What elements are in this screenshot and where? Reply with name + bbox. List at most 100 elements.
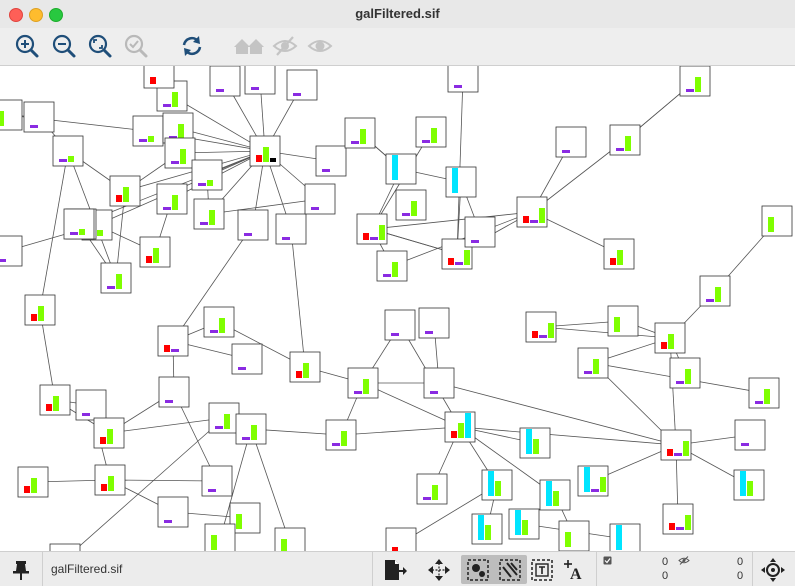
network-node[interactable] (418, 307, 450, 339)
network-node[interactable] (24, 294, 56, 326)
network-node[interactable] (356, 213, 388, 245)
network-canvas[interactable] (0, 66, 795, 551)
network-node[interactable] (325, 419, 357, 451)
network-node[interactable] (385, 153, 417, 185)
network-node[interactable] (395, 189, 427, 221)
network-node[interactable] (231, 343, 263, 375)
network-node[interactable] (385, 527, 417, 551)
network-edge[interactable] (340, 426, 461, 436)
network-node[interactable] (669, 357, 701, 389)
zoom-selected-icon[interactable] (123, 33, 149, 59)
network-node[interactable] (748, 377, 780, 409)
network-node[interactable] (464, 216, 496, 248)
network-node[interactable] (609, 523, 641, 551)
network-node[interactable] (157, 496, 189, 528)
network-node[interactable] (109, 175, 141, 207)
network-node[interactable] (52, 135, 84, 167)
eye-icon[interactable] (307, 33, 333, 59)
network-node[interactable] (347, 367, 379, 399)
network-node[interactable] (679, 66, 711, 97)
network-node[interactable] (577, 465, 609, 497)
network-node[interactable] (156, 183, 188, 215)
network-node[interactable] (471, 513, 503, 545)
network-node[interactable] (191, 159, 223, 191)
network-node[interactable] (204, 523, 236, 551)
network-node[interactable] (423, 367, 455, 399)
refresh-icon[interactable] (179, 33, 205, 59)
network-node[interactable] (525, 311, 557, 343)
network-node[interactable] (519, 427, 551, 459)
network-node[interactable] (733, 469, 765, 501)
network-node[interactable] (447, 66, 479, 93)
network-node[interactable] (444, 411, 476, 443)
network-node[interactable] (275, 213, 307, 245)
network-node[interactable] (445, 166, 477, 198)
network-node[interactable] (0, 99, 23, 131)
network-node[interactable] (244, 66, 276, 95)
network-node[interactable] (208, 402, 240, 434)
network-node[interactable] (158, 376, 190, 408)
network-node[interactable] (63, 208, 95, 240)
network-edge[interactable] (109, 479, 218, 482)
network-node[interactable] (415, 116, 447, 148)
network-node[interactable] (558, 520, 590, 551)
network-node[interactable] (508, 508, 540, 540)
network-node[interactable] (143, 66, 175, 89)
network-node[interactable] (539, 479, 571, 511)
birds-eye-icon[interactable] (760, 557, 786, 583)
network-node[interactable] (416, 473, 448, 505)
network-node[interactable] (75, 389, 107, 421)
network-node[interactable] (249, 135, 281, 167)
network-node[interactable] (139, 236, 171, 268)
select-annotations-icon[interactable] (529, 557, 555, 583)
network-node[interactable] (699, 275, 731, 307)
pan-icon[interactable] (426, 557, 452, 583)
network-node[interactable] (93, 417, 125, 449)
network-node[interactable] (607, 305, 639, 337)
network-edge[interactable] (540, 326, 671, 339)
network-node[interactable] (0, 235, 23, 267)
network-node[interactable] (577, 347, 609, 379)
hide-icon[interactable] (272, 33, 298, 59)
network-view[interactable] (0, 66, 795, 551)
network-node[interactable] (654, 322, 686, 354)
zoom-fit-icon[interactable] (87, 33, 113, 59)
network-node[interactable] (660, 429, 692, 461)
network-node[interactable] (734, 419, 766, 451)
export-icon[interactable] (381, 557, 407, 583)
network-node[interactable] (201, 465, 233, 497)
network-edge[interactable] (65, 417, 225, 551)
network-node[interactable] (289, 351, 321, 383)
home-icon[interactable] (232, 33, 266, 59)
network-node[interactable] (209, 66, 241, 97)
network-node[interactable] (603, 238, 635, 270)
pin-icon[interactable] (8, 557, 34, 583)
network-node[interactable] (304, 183, 336, 215)
network-node[interactable] (516, 196, 548, 228)
network-node[interactable] (376, 250, 408, 282)
network-node[interactable] (286, 69, 318, 101)
network-node[interactable] (39, 384, 71, 416)
network-node[interactable] (761, 205, 793, 237)
network-edge[interactable] (459, 426, 677, 446)
network-edge[interactable] (108, 417, 225, 434)
network-edge[interactable] (290, 228, 306, 368)
network-node[interactable] (235, 413, 267, 445)
network-node[interactable] (193, 198, 225, 230)
network-node[interactable] (384, 309, 416, 341)
zoom-out-icon[interactable] (51, 33, 77, 59)
select-nodes-icon[interactable] (465, 557, 491, 583)
network-edge[interactable] (456, 76, 464, 255)
network-edge[interactable] (669, 337, 677, 446)
network-node[interactable] (315, 145, 347, 177)
network-node[interactable] (100, 262, 132, 294)
network-node[interactable] (662, 503, 694, 535)
select-edges-icon[interactable] (497, 557, 523, 583)
zoom-in-icon[interactable] (14, 33, 40, 59)
network-node[interactable] (481, 469, 513, 501)
network-node[interactable] (274, 527, 306, 551)
network-node[interactable] (237, 209, 269, 241)
network-node[interactable] (609, 124, 641, 156)
network-node[interactable] (17, 466, 49, 498)
network-node[interactable] (203, 306, 235, 338)
